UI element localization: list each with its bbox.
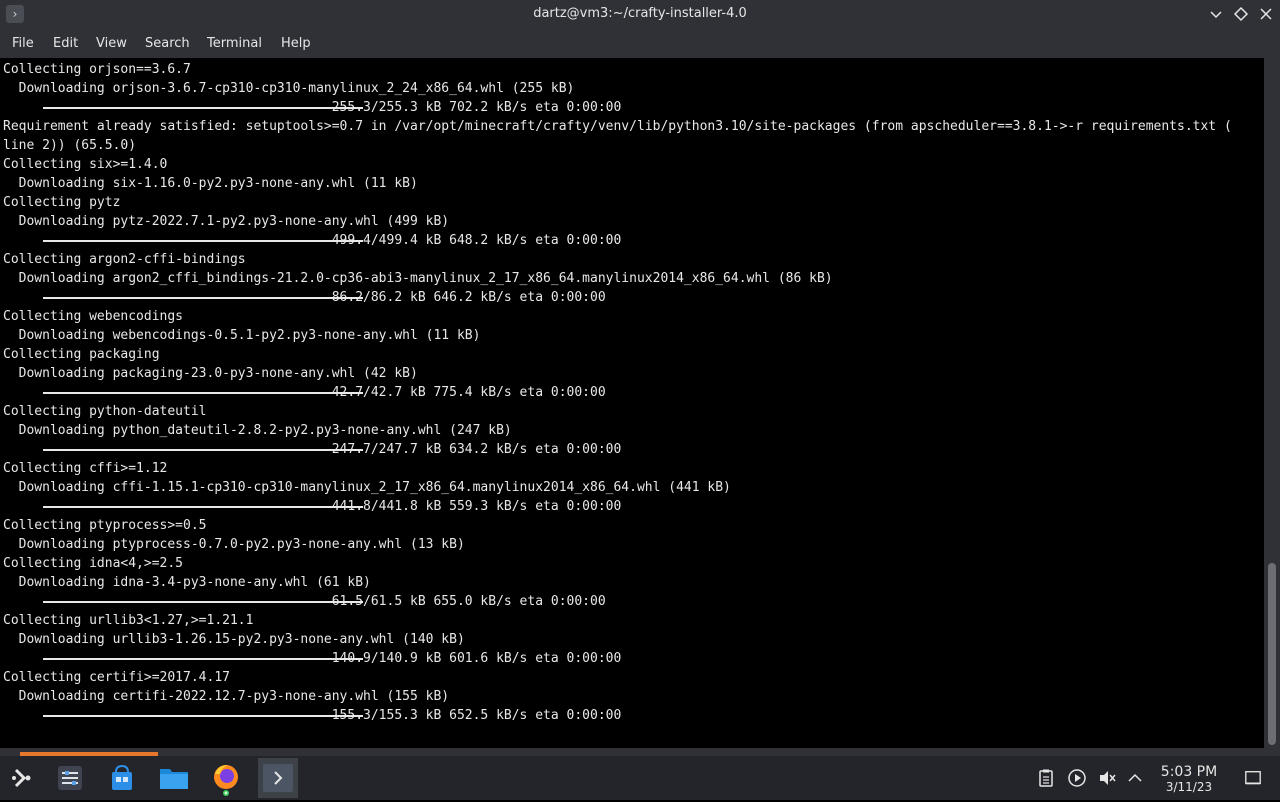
terminal-progress-line: 140.9/140.9 kB 601.6 kB/s eta 0:00:00	[3, 651, 622, 666]
terminal-line: Collecting certifi>=2017.4.17	[3, 670, 230, 685]
terminal-line: Collecting argon2-cffi-bindings	[3, 252, 246, 267]
terminal-line: Collecting python-dateutil	[3, 404, 207, 419]
terminal-line: Collecting idna<4,>=2.5	[3, 556, 184, 571]
menu-search[interactable]: Search	[145, 36, 190, 51]
show-desktop-icon[interactable]	[1244, 769, 1262, 787]
taskbar: 5:03 PM 3/11/23	[0, 756, 1280, 800]
terminal-progress-line: 61.5/61.5 kB 655.0 kB/s eta 0:00:00	[3, 594, 606, 609]
terminal-progress-line: 247.7/247.7 kB 634.2 kB/s eta 0:00:00	[3, 442, 622, 457]
steam-deck-launcher-icon	[12, 768, 31, 788]
terminal-progress-line: 499.4/499.4 kB 648.2 kB/s eta 0:00:00	[3, 233, 622, 248]
terminal-line: Downloading six-1.16.0-py2.py3-none-any.…	[3, 176, 418, 191]
terminal-line: Downloading packaging-23.0-py3-none-any.…	[3, 366, 418, 381]
maximize-button[interactable]	[1231, 4, 1251, 24]
volume-muted-icon[interactable]	[1097, 768, 1117, 788]
taskbar-app-dolphin[interactable]	[154, 758, 194, 798]
taskbar-app-discover[interactable]	[102, 758, 142, 798]
terminal-line: Downloading pytz-2022.7.1-py2.py3-none-a…	[3, 214, 450, 229]
menu-view[interactable]: View	[96, 36, 127, 51]
terminal-progress-line: 155.3/155.3 kB 652.5 kB/s eta 0:00:00	[3, 708, 622, 723]
close-icon	[1260, 8, 1272, 20]
folder-icon	[160, 769, 188, 789]
menu-help[interactable]: Help	[281, 36, 311, 51]
terminal-line: Collecting orjson==3.6.7	[3, 62, 191, 77]
terminal-line: Requirement already satisfied: setuptool…	[3, 119, 1232, 134]
media-play-icon[interactable]	[1067, 768, 1087, 788]
clock-time: 5:03 PM	[1160, 764, 1218, 780]
terminal-scrollbar[interactable]	[1264, 58, 1280, 748]
terminal-line: Downloading certifi-2022.12.7-py3-none-a…	[3, 689, 450, 704]
chevron-up-icon[interactable]	[1125, 768, 1145, 788]
sliders-icon	[58, 766, 82, 790]
menu-edit[interactable]: Edit	[53, 36, 78, 51]
minimize-icon	[1210, 11, 1222, 19]
terminal-line: Collecting pytz	[3, 195, 121, 210]
clock-date: 3/11/23	[1165, 780, 1213, 794]
terminal-progress-line: 86.2/86.2 kB 646.2 kB/s eta 0:00:00	[3, 290, 606, 305]
terminal-icon	[263, 764, 293, 792]
taskbar-app-system-settings[interactable]	[50, 758, 90, 798]
taskbar-app-konsole[interactable]	[258, 758, 298, 798]
terminal-line: Downloading python_dateutil-2.8.2-py2.py…	[3, 423, 512, 438]
terminal-progress-line: 255.3/255.3 kB 702.2 kB/s eta 0:00:00	[3, 100, 622, 115]
terminal-line: Collecting ptyprocess>=0.5	[3, 518, 207, 533]
store-bag-icon	[112, 764, 132, 790]
terminal-progress-line: 42.7/42.7 kB 775.4 kB/s eta 0:00:00	[3, 385, 606, 400]
taskbar-app-firefox[interactable]	[206, 758, 246, 798]
maximize-icon	[1233, 6, 1249, 22]
menu-bar: File Edit View Search Terminal Help	[0, 29, 1280, 58]
terminal-output[interactable]: Collecting orjson==3.6.7 Downloading orj…	[0, 58, 1264, 748]
application-launcher-button[interactable]	[2, 758, 42, 798]
clipboard-icon[interactable]	[1036, 768, 1056, 788]
menu-file[interactable]: File	[12, 36, 34, 51]
terminal-line: Downloading cffi-1.15.1-cp310-cp310-many…	[3, 480, 731, 495]
terminal-line: Collecting cffi>=1.12	[3, 461, 168, 476]
minimize-button[interactable]	[1206, 4, 1226, 24]
terminal-line: Collecting packaging	[3, 347, 160, 362]
terminal-progress-line: 441.8/441.8 kB 559.3 kB/s eta 0:00:00	[3, 499, 622, 514]
terminal-line: Collecting six>=1.4.0	[3, 157, 168, 172]
firefox-icon	[214, 765, 238, 796]
terminal-line: Downloading argon2_cffi_bindings-21.2.0-…	[3, 271, 833, 286]
terminal-line: Downloading ptyprocess-0.7.0-py2.py3-non…	[3, 537, 465, 552]
terminal-line: Downloading webencodings-0.5.1-py2.py3-n…	[3, 328, 481, 343]
terminal-line: Collecting urllib3<1.27,>=1.21.1	[3, 613, 254, 628]
terminal-line: Downloading urllib3-1.26.15-py2.py3-none…	[3, 632, 465, 647]
close-button[interactable]	[1256, 4, 1276, 24]
digital-clock[interactable]: 5:03 PM 3/11/23	[1154, 764, 1224, 794]
terminal-line: Downloading orjson-3.6.7-cp310-cp310-man…	[3, 81, 575, 96]
terminal-line: line 2)) (65.5.0)	[3, 138, 137, 153]
menu-terminal[interactable]: Terminal	[207, 36, 262, 51]
terminal-line: Downloading idna-3.4-py3-none-any.whl (6…	[3, 575, 371, 590]
terminal-line: Collecting webencodings	[3, 309, 184, 324]
window-bottom-edge	[0, 748, 1280, 756]
window-titlebar[interactable]: › dartz@vm3:~/crafty-installer-4.0	[0, 0, 1280, 29]
scrollbar-thumb[interactable]	[1268, 563, 1276, 745]
window-title: dartz@vm3:~/crafty-installer-4.0	[533, 6, 747, 21]
